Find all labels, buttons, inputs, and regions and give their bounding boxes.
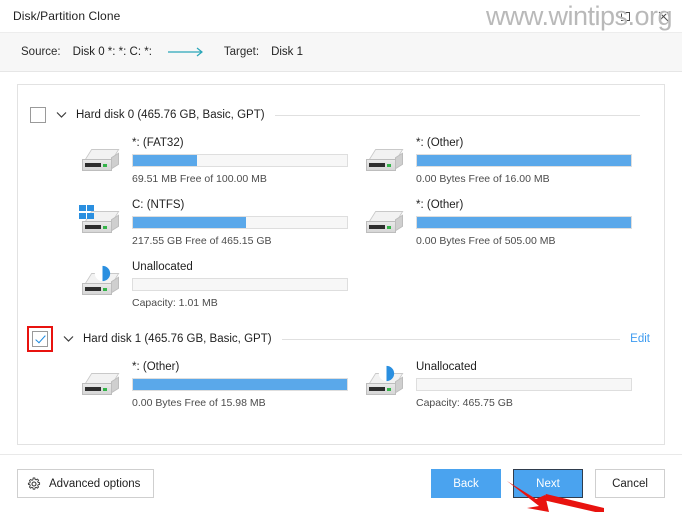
chevron-down-icon[interactable] bbox=[56, 111, 67, 119]
partition-item[interactable]: *: (FAT32) 69.51 MB Free of 100.00 MB bbox=[82, 129, 366, 191]
title-bar: Disk/Partition Clone bbox=[0, 0, 682, 32]
partition-capacity: 0.00 Bytes Free of 15.98 MB bbox=[132, 397, 266, 409]
cancel-button[interactable]: Cancel bbox=[595, 469, 665, 498]
target-label: Target: bbox=[223, 46, 260, 58]
chevron-down-icon[interactable] bbox=[63, 335, 74, 343]
usage-bar bbox=[416, 378, 632, 391]
source-target-bar: Source: Disk 0 *: *: C: *: Target: Disk … bbox=[0, 32, 682, 72]
target-value: Disk 1 bbox=[271, 46, 304, 58]
source-label: Source: bbox=[21, 46, 61, 58]
partition-item[interactable]: *: (Other) 0.00 Bytes Free of 15.98 MB bbox=[82, 353, 366, 415]
partition-name: *: (Other) bbox=[416, 137, 464, 149]
partition-item[interactable]: *: (Other) 0.00 Bytes Free of 505.00 MB bbox=[366, 191, 650, 253]
partition-capacity: Capacity: 465.75 GB bbox=[416, 397, 513, 409]
usage-bar-fill bbox=[133, 217, 247, 228]
disk-list-panel: Hard disk 0 (465.76 GB, Basic, GPT) *: (… bbox=[17, 84, 665, 445]
partition-name: *: (Other) bbox=[132, 361, 180, 373]
close-icon bbox=[658, 11, 668, 21]
back-label: Back bbox=[453, 477, 479, 490]
unallocated-badge-icon bbox=[94, 265, 111, 282]
usage-bar bbox=[132, 378, 348, 391]
disk-header-1[interactable]: Hard disk 1 (465.76 GB, Basic, GPT) Edit bbox=[18, 325, 664, 353]
partition-item[interactable]: *: (Other) 0.00 Bytes Free of 16.00 MB bbox=[366, 129, 650, 191]
window-title: Disk/Partition Clone bbox=[13, 9, 121, 23]
hard-drive-icon bbox=[366, 137, 410, 173]
checkbox-annotation-box bbox=[27, 326, 53, 352]
disk-header-0[interactable]: Hard disk 0 (465.76 GB, Basic, GPT) bbox=[18, 101, 664, 129]
partition-capacity: 69.51 MB Free of 100.00 MB bbox=[132, 173, 267, 185]
usage-bar bbox=[132, 154, 348, 167]
usage-bar-fill bbox=[133, 379, 347, 390]
back-button[interactable]: Back bbox=[431, 469, 501, 498]
footer-bar: Advanced options Back Next Cancel bbox=[0, 454, 682, 512]
hard-drive-icon bbox=[366, 199, 410, 235]
partition-item[interactable]: Unallocated Capacity: 1.01 MB bbox=[82, 253, 366, 315]
hard-drive-icon bbox=[82, 361, 126, 397]
partition-grid-0: *: (FAT32) 69.51 MB Free of 100.00 MB *:… bbox=[18, 129, 664, 315]
disk-checkbox-1[interactable] bbox=[32, 331, 48, 347]
disk-title-0: Hard disk 0 (465.76 GB, Basic, GPT) bbox=[76, 109, 265, 121]
advanced-options-button[interactable]: Advanced options bbox=[17, 469, 155, 498]
partition-capacity: Capacity: 1.01 MB bbox=[132, 297, 218, 309]
partition-grid-1: *: (Other) 0.00 Bytes Free of 15.98 MB U… bbox=[18, 353, 664, 415]
partition-capacity: 0.00 Bytes Free of 505.00 MB bbox=[416, 235, 556, 247]
window-controls bbox=[606, 0, 682, 32]
disk-title-1: Hard disk 1 (465.76 GB, Basic, GPT) bbox=[83, 333, 272, 345]
hard-drive-unallocated-icon bbox=[82, 261, 126, 297]
arrow-right-icon bbox=[167, 47, 208, 57]
source-value: Disk 0 *: *: C: *: bbox=[72, 46, 152, 58]
divider bbox=[281, 338, 621, 340]
next-label: Next bbox=[536, 477, 560, 490]
windows-logo-icon bbox=[79, 205, 94, 219]
hard-drive-unallocated-icon bbox=[366, 361, 410, 397]
partition-name: Unallocated bbox=[416, 361, 477, 373]
edit-link[interactable]: Edit bbox=[630, 333, 650, 345]
partition-name: *: (FAT32) bbox=[132, 137, 184, 149]
next-button[interactable]: Next bbox=[513, 469, 583, 498]
unallocated-badge-icon bbox=[378, 365, 395, 382]
partition-capacity: 0.00 Bytes Free of 16.00 MB bbox=[416, 173, 550, 185]
partition-item[interactable]: Unallocated Capacity: 465.75 GB bbox=[366, 353, 650, 415]
usage-bar-fill bbox=[417, 155, 631, 166]
grid-spacer bbox=[366, 253, 650, 315]
partition-item[interactable]: C: (NTFS) 217.55 GB Free of 465.15 GB bbox=[79, 191, 366, 253]
usage-bar bbox=[132, 216, 348, 229]
usage-bar bbox=[416, 216, 632, 229]
maximize-icon bbox=[620, 11, 630, 21]
hard-drive-windows-icon bbox=[79, 199, 126, 235]
disk-checkbox-0[interactable] bbox=[30, 107, 46, 123]
maximize-button[interactable] bbox=[606, 0, 644, 32]
partition-name: C: (NTFS) bbox=[132, 199, 185, 211]
partition-name: Unallocated bbox=[132, 261, 193, 273]
close-button[interactable] bbox=[644, 0, 682, 32]
divider bbox=[274, 114, 640, 116]
gear-icon bbox=[27, 477, 41, 490]
cancel-label: Cancel bbox=[612, 477, 648, 490]
partition-name: *: (Other) bbox=[416, 199, 464, 211]
advanced-options-label: Advanced options bbox=[49, 477, 141, 490]
usage-bar bbox=[416, 154, 632, 167]
partition-capacity: 217.55 GB Free of 465.15 GB bbox=[132, 235, 272, 247]
usage-bar-fill bbox=[417, 217, 631, 228]
hard-drive-icon bbox=[82, 137, 126, 173]
usage-bar bbox=[132, 278, 348, 291]
footer-actions: Back Next Cancel bbox=[431, 469, 665, 498]
usage-bar-fill bbox=[133, 155, 198, 166]
